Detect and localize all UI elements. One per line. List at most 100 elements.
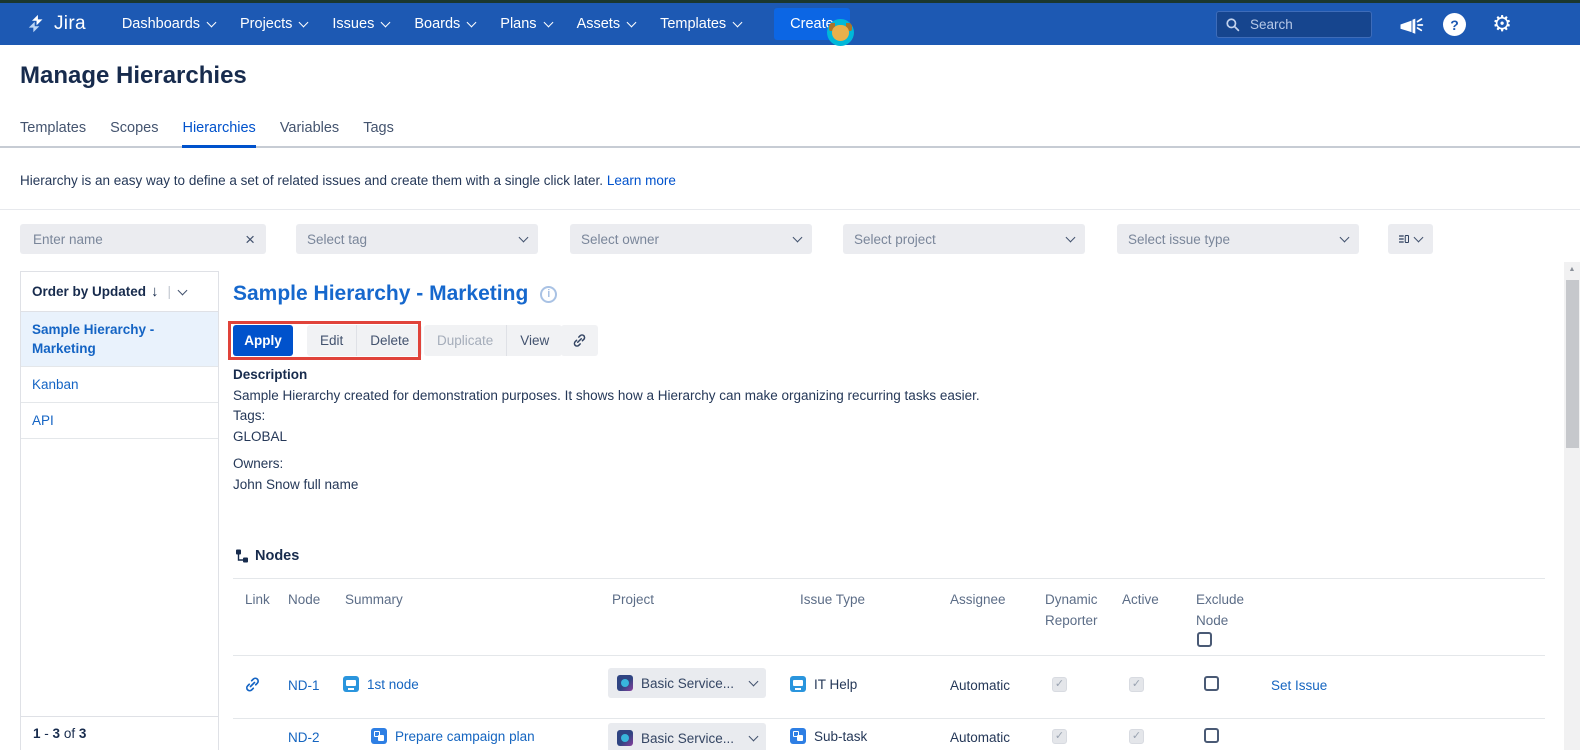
order-by-label: Order by Updated xyxy=(32,284,146,299)
nav-menu-plans[interactable]: Plans xyxy=(500,16,551,32)
owners-value: John Snow full name xyxy=(233,475,1193,496)
scrollbar-thumb[interactable] xyxy=(1566,280,1579,448)
pager-of: of xyxy=(64,726,75,741)
dynamic-reporter-checkbox[interactable] xyxy=(1052,729,1067,744)
tab-hierarchies[interactable]: Hierarchies xyxy=(182,120,255,148)
project-select[interactable]: Basic Service... xyxy=(608,668,766,698)
hierarchy-list-panel: Order by Updated Sample Hierarchy - Mark… xyxy=(20,271,219,750)
intro-sentence: Hierarchy is an easy way to define a set… xyxy=(20,173,603,188)
search-input[interactable] xyxy=(1248,16,1363,33)
project-filter-select[interactable]: Select project xyxy=(843,224,1085,254)
tag-filter-select[interactable]: Select tag xyxy=(296,224,538,254)
summary-link[interactable]: 1st node xyxy=(367,677,419,692)
edit-button[interactable]: Edit xyxy=(307,325,356,356)
summary-cell: 1st node xyxy=(343,676,419,692)
select-placeholder: Select owner xyxy=(581,232,659,247)
detail-header: Sample Hierarchy - Marketing xyxy=(233,282,557,306)
edit-delete-button-group: Edit Delete xyxy=(307,325,422,356)
column-header-link: Link xyxy=(245,589,270,610)
nav-menu-boards[interactable]: Boards xyxy=(414,16,475,32)
nav-menu-dashboards[interactable]: Dashboards xyxy=(122,16,215,32)
summary-link[interactable]: Prepare campaign plan xyxy=(395,729,535,744)
sort-direction-icon[interactable] xyxy=(151,283,159,300)
assignee-value: Automatic xyxy=(950,678,1010,693)
user-avatar[interactable] xyxy=(827,19,854,46)
project-select-value: Basic Service... xyxy=(641,676,742,691)
chevron-down-icon[interactable] xyxy=(178,285,188,295)
sidebar-item-sample-hierarchy-marketing[interactable]: Sample Hierarchy - Marketing xyxy=(21,312,218,367)
pager-to: 3 xyxy=(53,726,61,741)
chevron-down-icon xyxy=(733,17,743,27)
chevron-down-icon xyxy=(749,677,759,687)
announcement-megaphone-icon[interactable] xyxy=(1398,13,1424,37)
nav-search[interactable] xyxy=(1216,11,1372,38)
nav-menu-templates[interactable]: Templates xyxy=(660,16,741,32)
tab-variables[interactable]: Variables xyxy=(280,120,339,148)
nav-menu-projects[interactable]: Projects xyxy=(240,16,307,32)
app-window: Jira Dashboards Projects Issues Boards P… xyxy=(0,0,1580,750)
pagination-status: 1 - 3 of 3 xyxy=(21,716,218,750)
sidebar-item-kanban[interactable]: Kanban xyxy=(21,367,218,403)
tab-scopes[interactable]: Scopes xyxy=(110,120,158,148)
clear-name-icon[interactable] xyxy=(245,231,255,248)
help-icon[interactable] xyxy=(1443,13,1466,36)
project-select[interactable]: Basic Service... xyxy=(608,723,766,750)
column-header-exclude-node: Exclude Node xyxy=(1196,589,1262,631)
node-id-link[interactable]: ND-1 xyxy=(288,678,320,693)
description-label: Description xyxy=(233,365,1193,386)
name-filter-input[interactable] xyxy=(31,231,245,248)
vertical-scrollbar[interactable] xyxy=(1564,262,1580,750)
hierarchy-icon xyxy=(235,549,249,563)
chevron-down-icon xyxy=(1340,233,1350,243)
copy-link-button[interactable] xyxy=(561,325,598,356)
set-issue-link[interactable]: Set Issue xyxy=(1271,678,1327,693)
chevron-down-icon xyxy=(467,17,477,27)
node-link-icon[interactable] xyxy=(243,675,262,697)
dynamic-reporter-checkbox[interactable] xyxy=(1052,677,1067,692)
window-top-edge xyxy=(0,0,1580,3)
tab-templates[interactable]: Templates xyxy=(20,120,86,148)
pager-from: 1 xyxy=(33,726,41,741)
active-checkbox[interactable] xyxy=(1129,677,1144,692)
exclude-node-checkbox[interactable] xyxy=(1204,676,1219,691)
column-settings-button[interactable] xyxy=(1388,224,1433,254)
chevron-down-icon xyxy=(793,233,803,243)
chevron-down-icon xyxy=(1414,233,1424,243)
active-checkbox[interactable] xyxy=(1129,729,1144,744)
apply-button[interactable]: Apply xyxy=(233,325,293,356)
description-block: Description Sample Hierarchy created for… xyxy=(233,365,1193,495)
learn-more-link[interactable]: Learn more xyxy=(607,173,676,188)
sidebar-item-api[interactable]: API xyxy=(21,403,218,439)
nav-menu-assets[interactable]: Assets xyxy=(577,16,636,32)
column-header-dynamic-reporter: Dynamic Reporter xyxy=(1045,589,1117,631)
column-header-assignee: Assignee xyxy=(950,589,1006,610)
delete-button[interactable]: Delete xyxy=(356,325,422,356)
nav-menu-label: Plans xyxy=(500,16,536,32)
nav-menu-issues[interactable]: Issues xyxy=(332,16,389,32)
column-header-summary: Summary xyxy=(345,589,403,610)
chevron-down-icon xyxy=(749,732,759,742)
chevron-down-icon xyxy=(543,17,553,27)
exclude-all-checkbox[interactable] xyxy=(1197,632,1212,647)
issue-type-filter-select[interactable]: Select issue type xyxy=(1117,224,1359,254)
column-header-active: Active xyxy=(1122,589,1159,610)
info-icon[interactable] xyxy=(540,286,557,303)
jira-logo[interactable]: Jira xyxy=(26,13,86,35)
owner-filter-select[interactable]: Select owner xyxy=(570,224,812,254)
settings-gear-icon[interactable] xyxy=(1492,9,1512,39)
order-by-control[interactable]: Order by Updated xyxy=(21,272,218,312)
tab-tags[interactable]: Tags xyxy=(363,120,394,148)
tags-label: Tags: xyxy=(233,406,1193,427)
chevron-down-icon xyxy=(207,17,217,27)
scroll-up-arrow-icon[interactable] xyxy=(1564,266,1580,273)
node-id-link[interactable]: ND-2 xyxy=(288,730,320,745)
project-select-value: Basic Service... xyxy=(641,731,742,746)
view-button[interactable]: View xyxy=(506,325,562,356)
duplicate-button[interactable]: Duplicate xyxy=(424,325,506,356)
table-row: ND-1 1st node Basic Service... IT Help A… xyxy=(233,655,1545,719)
nav-menu-label: Boards xyxy=(414,16,460,32)
exclude-node-checkbox[interactable] xyxy=(1204,728,1219,743)
pager-separator: - xyxy=(44,726,49,741)
name-filter-field[interactable] xyxy=(20,224,266,254)
nodes-title: Nodes xyxy=(255,548,299,564)
